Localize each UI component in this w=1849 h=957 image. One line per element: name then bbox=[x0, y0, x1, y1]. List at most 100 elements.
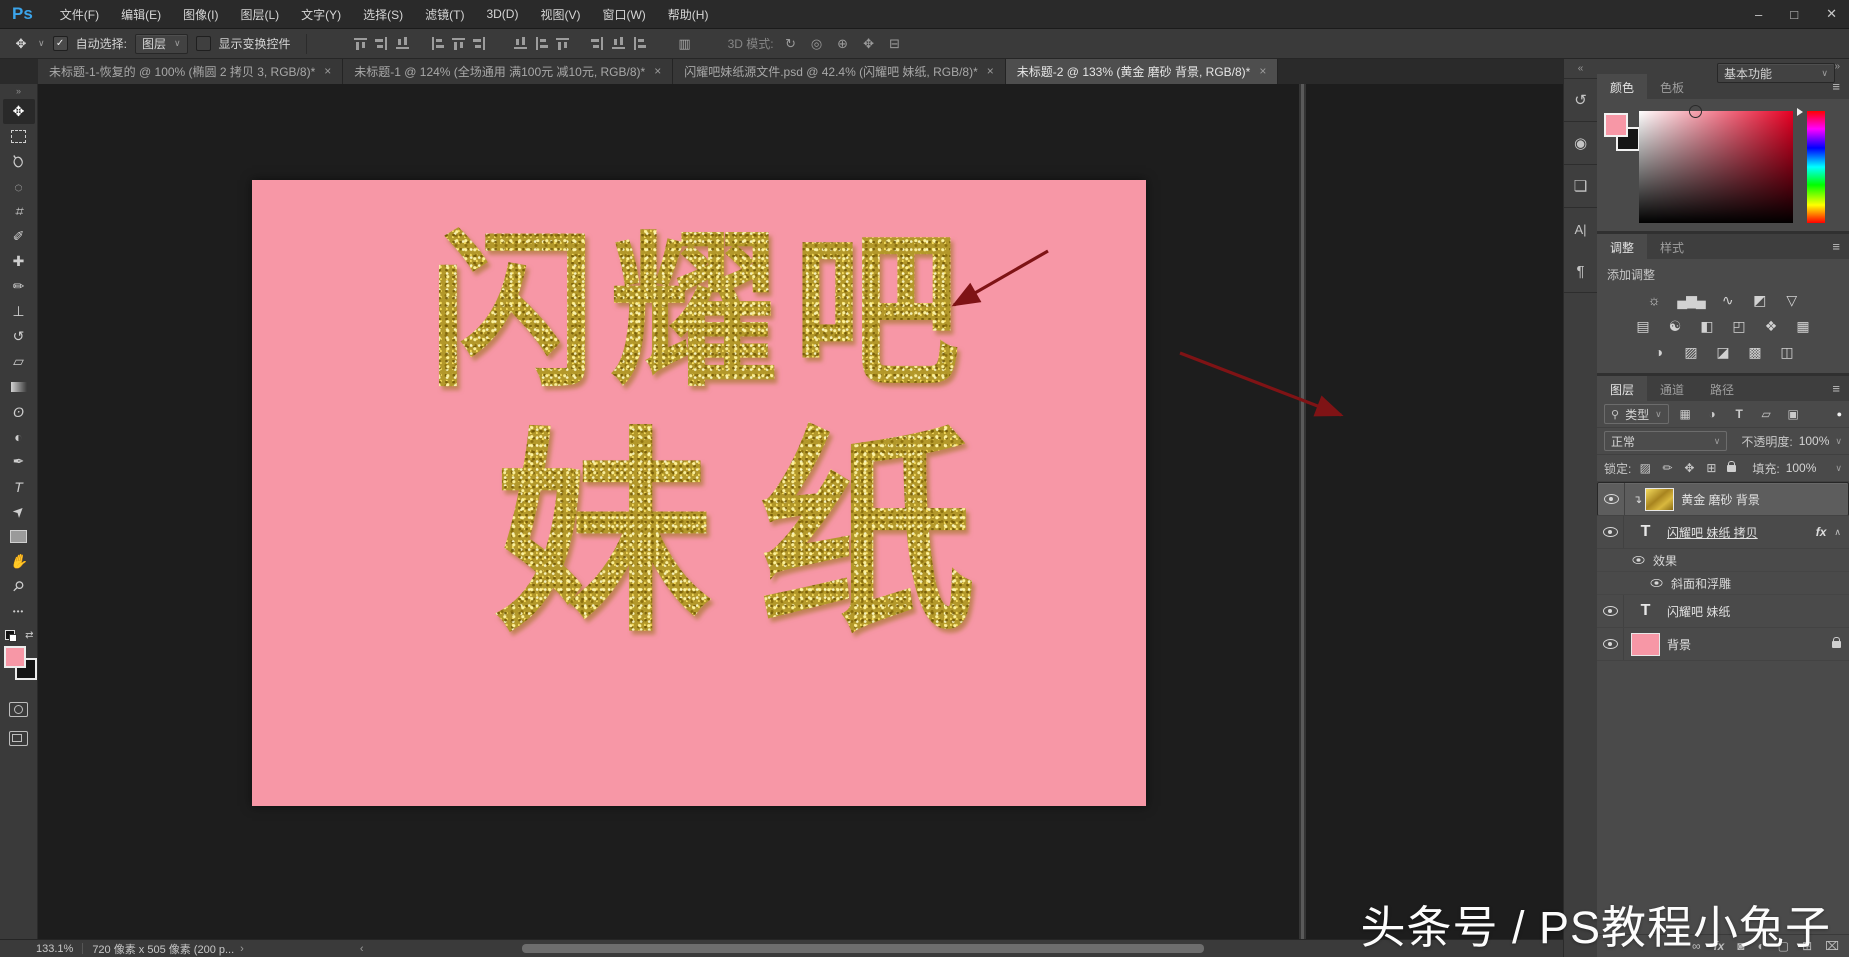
chevron-down-icon[interactable]: ∨ bbox=[1835, 463, 1842, 474]
tab-close-icon[interactable]: × bbox=[654, 64, 661, 78]
layer-row-text-copy[interactable]: T 闪耀吧 妹纸 拷贝 fx ∧ bbox=[1597, 516, 1849, 549]
align-bottom-edges-icon[interactable] bbox=[396, 37, 409, 50]
close-button[interactable]: ✕ bbox=[1826, 6, 1837, 22]
layer-row-background[interactable]: 背景 bbox=[1597, 628, 1849, 661]
threshold-icon[interactable]: ◪ bbox=[1714, 344, 1732, 361]
menu-select[interactable]: 选择(S) bbox=[352, 0, 414, 28]
paragraph-panel-icon[interactable]: ¶ bbox=[1564, 250, 1597, 292]
filter-type-layers-icon[interactable]: T bbox=[1729, 407, 1750, 421]
menu-help[interactable]: 帮助(H) bbox=[657, 0, 720, 28]
align-horizontal-centers-icon[interactable] bbox=[452, 37, 465, 50]
filter-adjustment-layers-icon[interactable]: ◑ bbox=[1702, 407, 1723, 421]
zoom-tool-button[interactable]: ⚲ bbox=[3, 574, 35, 599]
maximize-button[interactable]: □ bbox=[1790, 7, 1798, 22]
edit-toolbar-button[interactable]: ••• bbox=[3, 599, 35, 624]
zoom-level-field[interactable]: 133.1% bbox=[36, 943, 73, 955]
show-transform-checkbox[interactable] bbox=[196, 36, 211, 51]
screen-mode-button[interactable] bbox=[9, 731, 28, 746]
align-left-edges-icon[interactable] bbox=[431, 37, 444, 50]
minimize-button[interactable]: – bbox=[1755, 7, 1762, 22]
vibrance-icon[interactable]: ▽ bbox=[1783, 292, 1801, 309]
3d-rotate-icon[interactable]: ↻ bbox=[782, 36, 800, 52]
document-tab-1[interactable]: 未标题-1-恢复的 @ 100% (椭圆 2 拷贝 3, RGB/8)* × bbox=[38, 58, 343, 84]
tab-adjustments[interactable]: 调整 bbox=[1597, 234, 1647, 259]
layer-thumbnail-pink[interactable] bbox=[1632, 634, 1659, 655]
hand-tool-button[interactable]: ✋ bbox=[3, 549, 35, 574]
tab-paths[interactable]: 路径 bbox=[1697, 376, 1747, 401]
3d-drag-icon[interactable]: ⊕ bbox=[834, 36, 852, 52]
collapse-effects-icon[interactable]: ∧ bbox=[1834, 527, 1841, 538]
bevel-emboss-row[interactable]: 斜面和浮雕 bbox=[1597, 572, 1849, 595]
menu-filter[interactable]: 滤镜(T) bbox=[414, 0, 475, 28]
rectangular-marquee-tool-button[interactable] bbox=[3, 124, 35, 149]
hue-saturation-icon[interactable]: ▤ bbox=[1634, 318, 1652, 335]
layers-panel-menu-icon[interactable]: ≡ bbox=[1832, 381, 1840, 396]
tab-layers[interactable]: 图层 bbox=[1597, 376, 1647, 401]
lock-all-icon[interactable] bbox=[1727, 465, 1736, 472]
posterize-icon[interactable]: ▨ bbox=[1682, 344, 1700, 361]
distribute-bottom-edges-icon[interactable] bbox=[556, 37, 569, 50]
distribute-right-edges-icon[interactable] bbox=[633, 37, 646, 50]
vertical-scrollbar[interactable] bbox=[1299, 84, 1306, 940]
dodge-tool-button[interactable]: ◐ bbox=[3, 424, 35, 449]
chevron-down-icon[interactable]: ∨ bbox=[1835, 436, 1842, 447]
gradient-map-icon[interactable]: ▩ bbox=[1746, 344, 1764, 361]
hue-slider-marker[interactable] bbox=[1797, 108, 1803, 116]
color-lookup-icon[interactable]: ▦ bbox=[1794, 318, 1812, 335]
tab-channels[interactable]: 通道 bbox=[1647, 376, 1697, 401]
document-tab-4-active[interactable]: 未标题-2 @ 133% (黄金 磨砂 背景, RGB/8)* × bbox=[1006, 58, 1279, 84]
selective-color-icon[interactable]: ◫ bbox=[1778, 344, 1796, 361]
filter-smart-objects-icon[interactable]: ▣ bbox=[1783, 407, 1804, 421]
fill-value[interactable]: 100% bbox=[1786, 461, 1817, 475]
collapse-panels-icon[interactable]: » bbox=[1834, 61, 1840, 72]
pen-tool-button[interactable]: ✒ bbox=[3, 449, 35, 474]
filter-pixel-layers-icon[interactable]: ▦ bbox=[1675, 407, 1696, 421]
tool-preset-chevron-icon[interactable]: ∨ bbox=[38, 38, 45, 49]
visibility-eye-icon[interactable] bbox=[1633, 556, 1645, 564]
distribute-top-edges-icon[interactable] bbox=[514, 37, 527, 50]
info-panel-icon[interactable]: ◉ bbox=[1564, 122, 1597, 164]
tab-close-icon[interactable]: × bbox=[324, 64, 331, 78]
filter-shape-layers-icon[interactable]: ▱ bbox=[1756, 407, 1777, 421]
3d-scale-icon[interactable]: ⊟ bbox=[886, 36, 904, 52]
color-picker-marker[interactable] bbox=[1689, 105, 1702, 118]
tab-close-icon[interactable]: × bbox=[987, 64, 994, 78]
menu-view[interactable]: 视图(V) bbox=[529, 0, 591, 28]
rectangle-tool-button[interactable] bbox=[3, 524, 35, 549]
adjustments-panel-menu-icon[interactable]: ≡ bbox=[1832, 239, 1840, 254]
menu-file[interactable]: 文件(F) bbox=[49, 0, 110, 28]
menu-image[interactable]: 图像(I) bbox=[172, 0, 229, 28]
eye-cell[interactable] bbox=[1597, 628, 1624, 660]
menu-type[interactable]: 文字(Y) bbox=[290, 0, 352, 28]
document-tab-3[interactable]: 闪耀吧妹纸源文件.psd @ 42.4% (闪耀吧 妹纸, RGB/8)* × bbox=[673, 58, 1006, 84]
auto-select-target-select[interactable]: 图层 ∨ bbox=[135, 34, 188, 54]
document-canvas[interactable]: 闪耀吧 妹纸 bbox=[252, 180, 1146, 806]
exposure-icon[interactable]: ◩ bbox=[1751, 292, 1769, 309]
blur-tool-button[interactable]: ʘ bbox=[3, 399, 35, 424]
layer-thumbnail-gold[interactable] bbox=[1646, 489, 1673, 510]
menu-edit[interactable]: 编辑(E) bbox=[110, 0, 172, 28]
eye-cell[interactable] bbox=[1597, 516, 1624, 548]
spot-healing-brush-tool-button[interactable]: ✚ bbox=[3, 249, 35, 274]
lasso-tool-button[interactable]: Ϙ bbox=[3, 149, 35, 174]
libraries-panel-icon[interactable]: ❏ bbox=[1564, 165, 1597, 207]
align-right-edges-icon[interactable] bbox=[473, 37, 486, 50]
distribute-horizontal-centers-icon[interactable] bbox=[612, 37, 625, 50]
eraser-tool-button[interactable]: ▱ bbox=[3, 349, 35, 374]
auto-select-checkbox[interactable]: ✓ bbox=[53, 36, 68, 51]
opacity-value[interactable]: 100% bbox=[1799, 434, 1830, 448]
scroll-left-arrow-icon[interactable]: ‹ bbox=[360, 943, 364, 955]
clone-stamp-tool-button[interactable]: ⊥ bbox=[3, 299, 35, 324]
color-balance-icon[interactable]: ☯ bbox=[1666, 318, 1684, 335]
default-colors-icon[interactable] bbox=[5, 630, 15, 640]
layer-filter-select[interactable]: ⚲ 类型 ∨ bbox=[1604, 404, 1669, 424]
3d-roll-icon[interactable]: ◎ bbox=[808, 36, 826, 52]
menu-window[interactable]: 窗口(W) bbox=[591, 0, 656, 28]
curves-icon[interactable]: ∿ bbox=[1719, 292, 1737, 309]
gradient-tool-button[interactable] bbox=[3, 374, 35, 399]
path-selection-tool-button[interactable]: ➤ bbox=[3, 499, 35, 524]
foreground-color-swatch[interactable] bbox=[1604, 113, 1628, 137]
layer-fx-icon[interactable]: fx bbox=[1816, 525, 1827, 539]
3d-slide-icon[interactable]: ✥ bbox=[860, 36, 878, 52]
tab-swatches[interactable]: 色板 bbox=[1647, 74, 1697, 99]
